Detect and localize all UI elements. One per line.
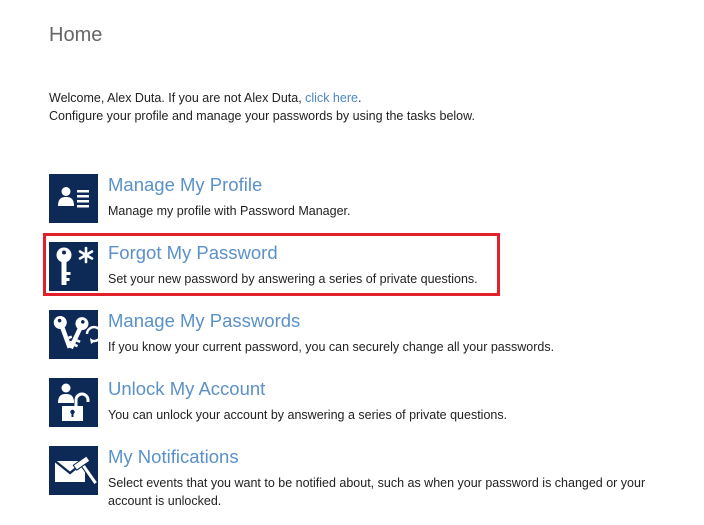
task-title-notifications[interactable]: My Notifications	[108, 444, 239, 470]
welcome-line-2: Configure your profile and manage your p…	[49, 109, 475, 123]
welcome-suffix: .	[357, 91, 362, 105]
task-title-manage-passwords[interactable]: Manage My Passwords	[108, 308, 300, 334]
task-desc-notifications: Select events that you want to be notifi…	[108, 476, 646, 508]
keys-icon[interactable]	[49, 310, 98, 359]
welcome-text: Welcome, Alex Duta. If you are not Alex …	[49, 91, 306, 105]
profile-card-icon[interactable]	[49, 174, 98, 223]
not-you-link[interactable]: click here	[305, 91, 358, 105]
welcome-message: Welcome, Alex Duta. If you are not Alex …	[49, 89, 475, 125]
user-unlock-icon[interactable]	[49, 378, 98, 427]
task-desc-manage-profile: Manage my profile with Password Manager.	[108, 204, 351, 218]
task-desc-unlock-account: You can unlock your account by answering…	[108, 408, 508, 422]
envelope-hammer-icon[interactable]	[49, 446, 98, 495]
task-desc-manage-passwords: If you know your current password, you c…	[108, 340, 555, 354]
task-title-unlock-account[interactable]: Unlock My Account	[108, 376, 265, 402]
task-title-manage-profile[interactable]: Manage My Profile	[108, 172, 262, 198]
page-title: Home	[49, 24, 103, 46]
forgot-password-highlight-box	[43, 233, 500, 296]
welcome-line-1: Welcome, Alex Duta. If you are not Alex …	[49, 89, 475, 107]
home-page: Home Welcome, Alex Duta. If you are not …	[0, 0, 704, 525]
